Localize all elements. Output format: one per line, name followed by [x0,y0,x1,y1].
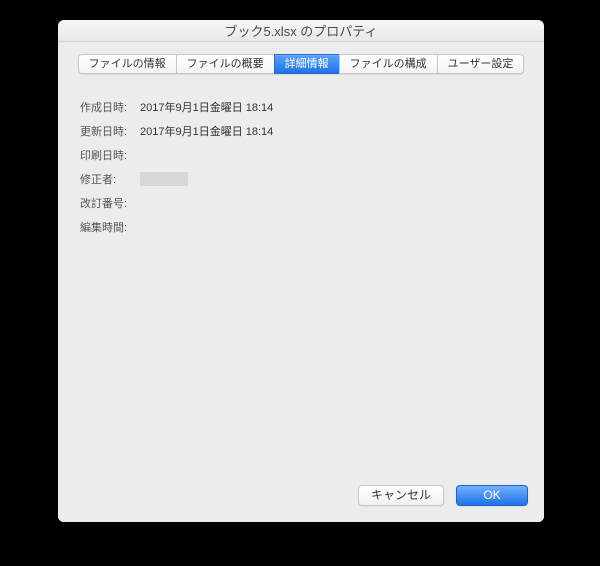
row-created: 作成日時: 2017年9月1日金曜日 18:14 [80,96,522,118]
titlebar: ブック5.xlsx のプロパティ [58,20,544,42]
row-revision: 改訂番号: [80,192,522,214]
dialog-body: ファイルの情報 ファイルの概要 詳細情報 ファイルの構成 ユーザー設定 作成日時… [58,42,544,522]
label-created: 作成日時: [80,99,134,115]
row-modified: 更新日時: 2017年9月1日金曜日 18:14 [80,120,522,142]
ok-button[interactable]: OK [456,485,528,506]
tab-segmented-control: ファイルの情報 ファイルの概要 詳細情報 ファイルの構成 ユーザー設定 [78,54,525,74]
tab-file-contents[interactable]: ファイルの構成 [339,54,437,74]
value-modified: 2017年9月1日金曜日 18:14 [134,123,273,139]
label-revised-by: 修正者: [80,171,134,187]
label-modified: 更新日時: [80,123,134,139]
window-title: ブック5.xlsx のプロパティ [224,21,377,40]
dialog-footer: キャンセル OK [58,473,544,522]
row-revised-by: 修正者: [80,168,522,190]
row-printed: 印刷日時: [80,144,522,166]
details-panel: 作成日時: 2017年9月1日金曜日 18:14 更新日時: 2017年9月1日… [72,84,530,473]
tab-details[interactable]: 詳細情報 [274,54,339,74]
label-revision: 改訂番号: [80,195,134,211]
tab-file-info[interactable]: ファイルの情報 [78,54,176,74]
value-revised-by [140,172,188,186]
tab-file-summary[interactable]: ファイルの概要 [176,54,274,74]
row-edit-time: 編集時間: [80,216,522,238]
label-printed: 印刷日時: [80,147,134,163]
value-created: 2017年9月1日金曜日 18:14 [134,99,273,115]
properties-dialog: ブック5.xlsx のプロパティ ファイルの情報 ファイルの概要 詳細情報 ファ… [58,20,544,522]
tab-user-settings[interactable]: ユーザー設定 [437,54,525,74]
label-edit-time: 編集時間: [80,219,134,235]
tab-bar: ファイルの情報 ファイルの概要 詳細情報 ファイルの構成 ユーザー設定 [58,42,544,74]
cancel-button[interactable]: キャンセル [358,485,444,506]
